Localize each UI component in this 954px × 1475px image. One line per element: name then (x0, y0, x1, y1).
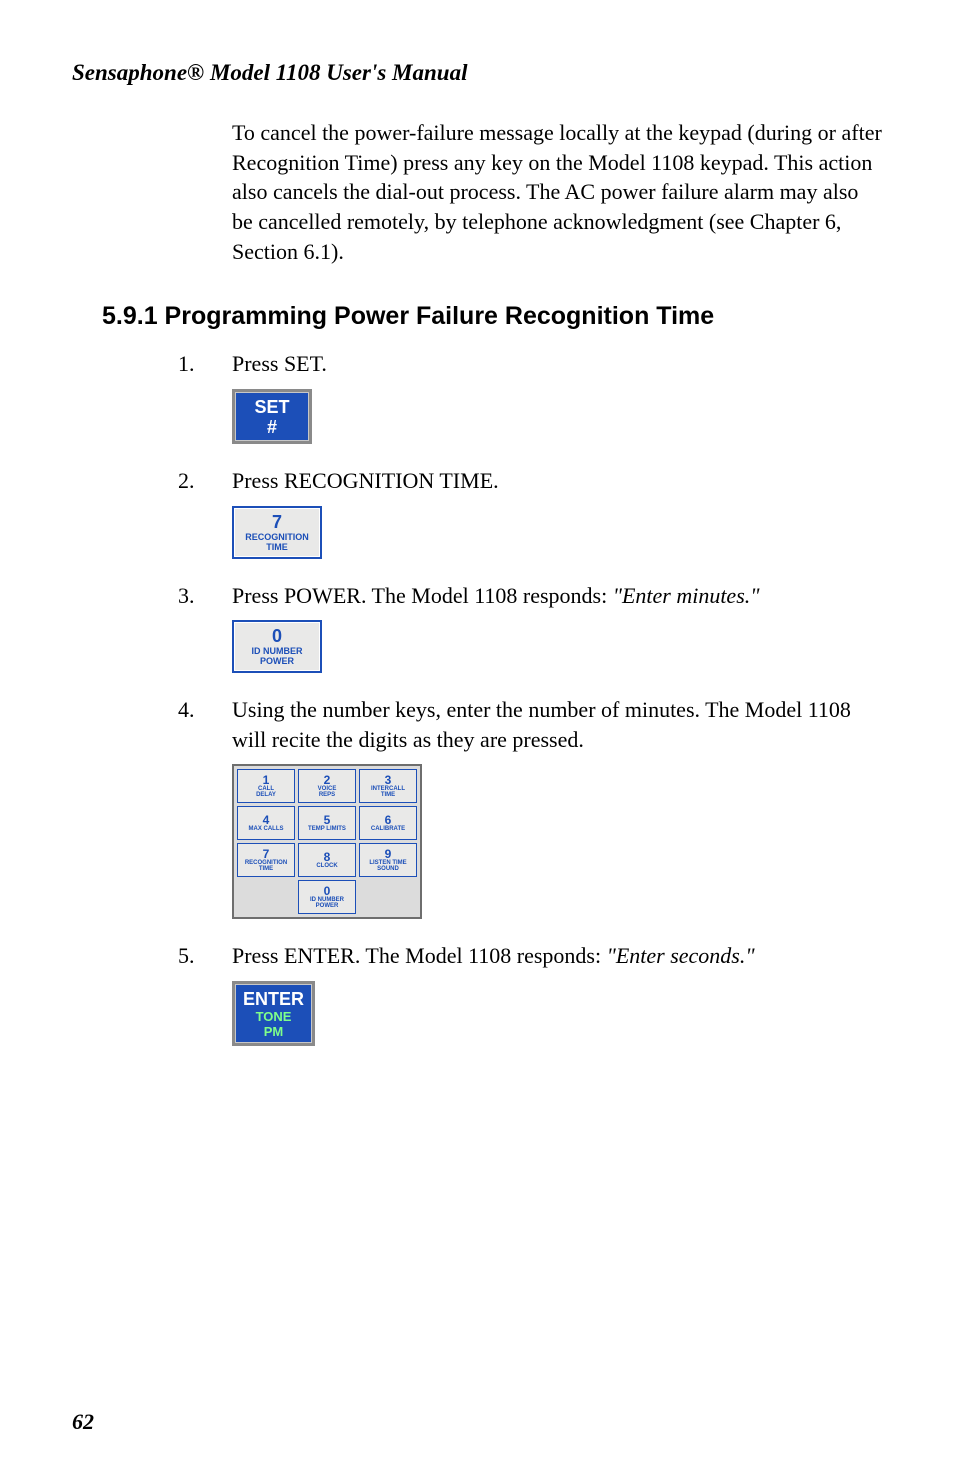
set-key-icon: SET # (232, 389, 312, 444)
step-2: 2. Press RECOGNITION TIME. 7 RECOGNITION… (232, 466, 882, 558)
step-number: 5. (178, 941, 195, 971)
key-enter: ENTER TONE PM (232, 981, 882, 1046)
keypad-graphic: 1CALLDELAY 2VOICEREPS 3INTERCALLTIME 4MA… (232, 764, 882, 919)
keypad-key-9: 9LISTEN TIMESOUND (359, 843, 417, 877)
step-text-italic: "Enter seconds." (607, 943, 755, 968)
keypad-row: 1CALLDELAY 2VOICEREPS 3INTERCALLTIME (237, 769, 417, 803)
section-heading: 5.9.1 Programming Power Failure Recognit… (102, 302, 882, 331)
keypad-key-8: 8CLOCK (298, 843, 356, 877)
step-1: 1. Press SET. SET # (232, 349, 882, 444)
keypad-key-2: 2VOICEREPS (298, 769, 356, 803)
keypad-row: 0ID NUMBERPOWER (237, 880, 417, 914)
key-power: 0 ID NUMBER POWER (232, 620, 882, 673)
key-label-bot: POWER (236, 657, 318, 667)
keypad-key-1: 1CALLDELAY (237, 769, 295, 803)
key-label-bot: TIME (236, 543, 318, 553)
key-label-mid: # (243, 418, 301, 436)
step-5: 5. Press ENTER. The Model 1108 responds:… (232, 941, 882, 1046)
key-label-sub2: PM (243, 1025, 304, 1038)
step-text-plain: Press POWER. The Model 1108 responds: (232, 583, 613, 608)
enter-key-icon: ENTER TONE PM (232, 981, 315, 1046)
keypad-key-6: 6CALIBRATE (359, 806, 417, 840)
key-label-top: 0 (236, 627, 318, 645)
key-label-top: SET (243, 398, 301, 416)
recognition-time-key-icon: 7 RECOGNITION TIME (232, 506, 322, 559)
step-text-plain: Press ENTER. The Model 1108 responds: (232, 943, 607, 968)
step-text: Using the number keys, enter the number … (232, 695, 882, 754)
step-text: Press POWER. The Model 1108 responds: "E… (232, 581, 882, 611)
step-number: 3. (178, 581, 195, 611)
step-number: 4. (178, 695, 195, 725)
key-recognition-time: 7 RECOGNITION TIME (232, 506, 882, 559)
step-text: Press RECOGNITION TIME. (232, 466, 882, 496)
keypad-row: 4MAX CALLS 5TEMP LIMITS 6CALIBRATE (237, 806, 417, 840)
key-set: SET # (232, 389, 882, 444)
step-text: Press SET. (232, 349, 882, 379)
step-text-italic: "Enter minutes." (613, 583, 760, 608)
step-number: 1. (178, 349, 195, 379)
keypad-key-0: 0ID NUMBERPOWER (298, 880, 356, 914)
key-label-top: 7 (236, 513, 318, 531)
step-3: 3. Press POWER. The Model 1108 responds:… (232, 581, 882, 673)
procedure-list: 1. Press SET. SET # 2. Press RECOGNITION… (232, 349, 882, 1046)
keypad-key-7: 7RECOGNITIONTIME (237, 843, 295, 877)
key-label-top: ENTER (243, 990, 304, 1008)
keypad-key-5: 5TEMP LIMITS (298, 806, 356, 840)
step-4: 4. Using the number keys, enter the numb… (232, 695, 882, 919)
number-keypad-icon: 1CALLDELAY 2VOICEREPS 3INTERCALLTIME 4MA… (232, 764, 422, 919)
intro-paragraph: To cancel the power-failure message loca… (232, 118, 882, 266)
page-number: 62 (72, 1409, 94, 1435)
power-key-icon: 0 ID NUMBER POWER (232, 620, 322, 673)
step-number: 2. (178, 466, 195, 496)
keypad-key-3: 3INTERCALLTIME (359, 769, 417, 803)
keypad-row: 7RECOGNITIONTIME 8CLOCK 9LISTEN TIMESOUN… (237, 843, 417, 877)
keypad-key-4: 4MAX CALLS (237, 806, 295, 840)
key-label-sub1: TONE (243, 1010, 304, 1023)
running-head: Sensaphone® Model 1108 User's Manual (72, 60, 882, 86)
step-text: Press ENTER. The Model 1108 responds: "E… (232, 941, 882, 971)
